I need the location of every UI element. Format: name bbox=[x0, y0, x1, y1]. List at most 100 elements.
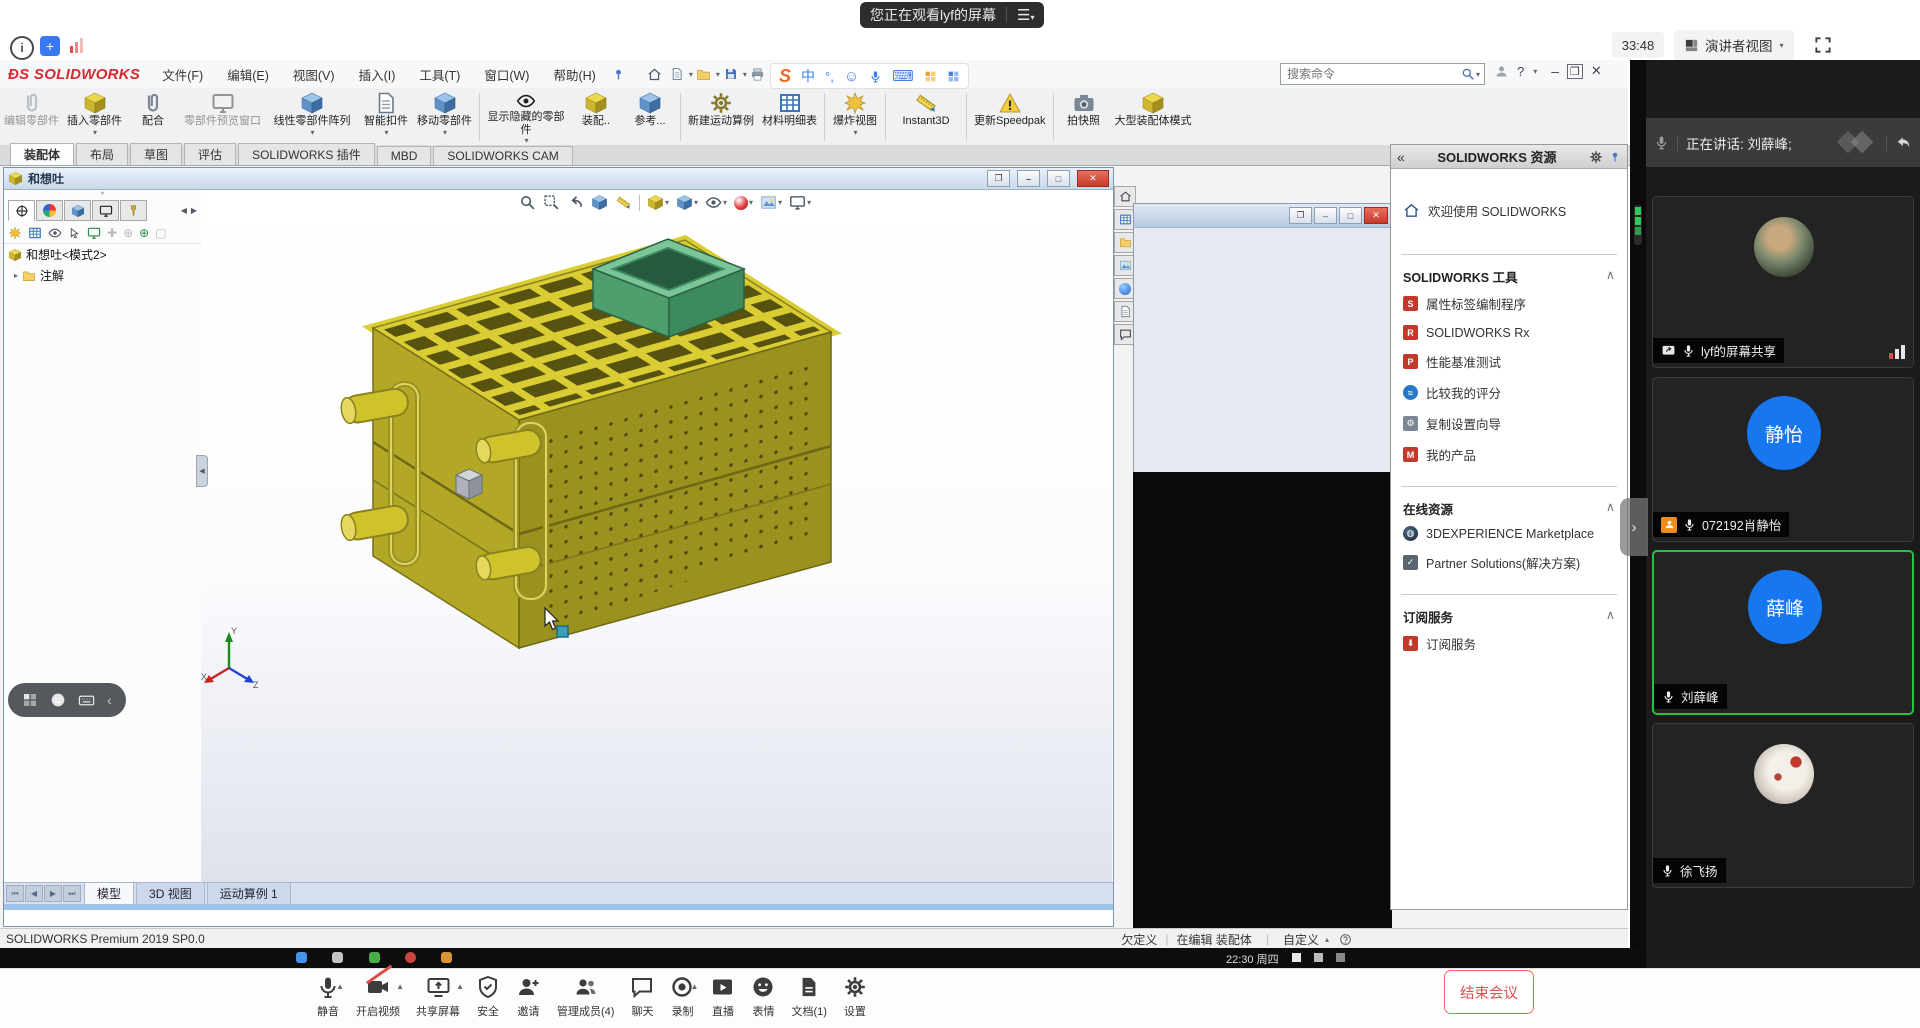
item-partner-solutions[interactable]: ✓Partner Solutions(解决方案) bbox=[1391, 547, 1627, 578]
welcome-link[interactable]: 欢迎使用 SOLIDWORKS bbox=[1391, 195, 1627, 226]
taskbar-app-icons[interactable] bbox=[296, 952, 474, 966]
tray-icon[interactable] bbox=[1336, 953, 1345, 962]
menu-window[interactable]: 窗口(W) bbox=[472, 60, 541, 88]
graphics-area[interactable]: ▾ ▾ ▾ ▾ ▾ ▾ bbox=[201, 190, 1112, 882]
emoji-icon[interactable] bbox=[50, 692, 66, 708]
panel-collapse-arrow[interactable]: ◀ bbox=[196, 455, 208, 487]
item-3dexperience-marketplace[interactable]: ◍3DEXPERIENCE Marketplace bbox=[1391, 520, 1627, 547]
login-user-icon[interactable] bbox=[1494, 64, 1509, 79]
share-screen-button[interactable]: ▲共享屏幕 bbox=[416, 968, 460, 1019]
item-compare-my-score[interactable]: ≈比较我的评分 bbox=[1391, 377, 1627, 408]
menu-file[interactable]: 文件(F) bbox=[150, 60, 215, 88]
section-online-resources[interactable]: 在线资源∧ bbox=[1391, 493, 1627, 520]
menu-insert[interactable]: 插入(I) bbox=[347, 60, 408, 88]
toolbar-large-assembly-mode[interactable]: 大型装配体模式 bbox=[1111, 91, 1196, 145]
toolbar-reference-geometry[interactable]: 参考... bbox=[623, 91, 677, 145]
security-button[interactable]: 安全 bbox=[476, 968, 500, 1019]
menu-help[interactable]: 帮助(H) bbox=[541, 60, 607, 88]
ghost-close-icon[interactable]: ✕ bbox=[1364, 207, 1388, 224]
panel-scrollbar[interactable] bbox=[1634, 205, 1642, 245]
filter-icon[interactable] bbox=[8, 226, 22, 240]
tab-displaymanager-icon[interactable] bbox=[36, 200, 63, 221]
menu-view[interactable]: 视图(V) bbox=[281, 60, 347, 88]
ime-toolbox-icon[interactable] bbox=[947, 70, 960, 83]
item-my-products[interactable]: M我的产品 bbox=[1391, 439, 1627, 470]
collapse-chevron-icon[interactable]: ∧ bbox=[1606, 267, 1615, 286]
ime-skin-icon[interactable] bbox=[924, 70, 937, 83]
close-icon[interactable]: ✕ bbox=[1591, 63, 1602, 79]
tab-next-icon[interactable]: ▶ bbox=[44, 885, 62, 902]
info-icon[interactable]: i bbox=[10, 36, 34, 60]
tab-propertymanager-icon[interactable] bbox=[64, 200, 91, 221]
toolbar-exploded-view[interactable]: 爆炸视图▾ bbox=[828, 91, 882, 145]
fm-tab-left-arrow-icon[interactable]: ◀ bbox=[181, 206, 187, 215]
start-video-button[interactable]: ▲开启视频 bbox=[356, 968, 400, 1019]
manage-members-button[interactable]: 管理成员(4) bbox=[557, 968, 614, 1019]
toolbar-new-motion-study[interactable]: 新建运动算例 bbox=[684, 91, 758, 145]
status-custom[interactable]: 自定义 bbox=[1283, 931, 1319, 948]
tab-3d-views[interactable]: 3D 视图 bbox=[136, 882, 205, 904]
doc-maximize-icon[interactable]: □ bbox=[1047, 170, 1070, 187]
tab-model[interactable]: 模型 bbox=[84, 882, 134, 904]
ime-punctuation-icon[interactable]: °, bbox=[825, 69, 834, 84]
live-stream-button[interactable]: 直播 bbox=[710, 968, 735, 1019]
tab-last-icon[interactable]: ⏭ bbox=[63, 885, 81, 902]
3d-model-mold-assembly[interactable]: Y X Z bbox=[201, 190, 1112, 882]
tab-motion-study[interactable]: 运动算例 1 bbox=[207, 882, 291, 904]
reactions-button[interactable]: 表情 bbox=[751, 968, 775, 1019]
glasses-icon[interactable] bbox=[48, 226, 62, 240]
tray-icon[interactable] bbox=[1314, 953, 1323, 962]
fm-tab-right-arrow-icon[interactable]: ▶ bbox=[191, 206, 197, 215]
end-meeting-button[interactable]: 结束会议 bbox=[1444, 970, 1534, 1014]
tab-first-icon[interactable]: ⏮ bbox=[6, 885, 24, 902]
taskpane-options-gear-icon[interactable] bbox=[1589, 150, 1603, 164]
keyboard-icon[interactable] bbox=[78, 692, 95, 709]
tab-prev-icon[interactable]: ◀ bbox=[25, 885, 43, 902]
tab-sketch[interactable]: 草图 bbox=[130, 143, 182, 165]
tray-icon[interactable] bbox=[1292, 953, 1301, 962]
search-input[interactable] bbox=[1285, 66, 1461, 82]
ime-mode-chinese[interactable]: 中 bbox=[801, 66, 815, 86]
toolbar-instant3d[interactable]: Instant3D bbox=[889, 91, 963, 145]
restore-icon[interactable]: ❐ bbox=[1567, 64, 1583, 79]
item-subscription-service[interactable]: ⬇订阅服务 bbox=[1391, 628, 1627, 659]
toolbar-show-hidden[interactable]: 显示隐藏的零部件▾ bbox=[483, 91, 569, 145]
section-sw-tools[interactable]: SOLIDWORKS 工具∧ bbox=[1391, 261, 1627, 288]
toolbar-assembly-features[interactable]: 装配.. bbox=[569, 91, 623, 145]
item-copy-settings-wizard[interactable]: ⚙复制设置向导 bbox=[1391, 408, 1627, 439]
toolbar-linear-pattern[interactable]: 线性零部件阵列▾ bbox=[265, 91, 359, 145]
collapse-chevron-icon[interactable]: ∧ bbox=[1606, 499, 1615, 518]
tab-mbd[interactable]: MBD bbox=[377, 146, 432, 165]
new-document-icon[interactable] bbox=[666, 63, 688, 85]
search-icon[interactable] bbox=[1461, 67, 1475, 81]
collapse-pill-icon[interactable]: ‹ bbox=[107, 692, 112, 708]
settings-button[interactable]: 设置 bbox=[843, 968, 867, 1019]
tab-configurationmanager-icon[interactable] bbox=[92, 200, 119, 221]
flyout-icon[interactable] bbox=[28, 226, 42, 240]
ime-keyboard-icon[interactable]: ⌨ bbox=[892, 67, 914, 85]
toolbar-update-speedpak[interactable]: 更新Speedpak bbox=[970, 91, 1050, 145]
select-arrow-icon[interactable] bbox=[68, 227, 81, 240]
preview-window-icon[interactable] bbox=[87, 226, 101, 240]
tab-layout[interactable]: 布局 bbox=[76, 143, 128, 165]
save-icon[interactable] bbox=[720, 63, 742, 85]
doc-minimize-icon[interactable]: – bbox=[1017, 170, 1040, 187]
sogou-logo-icon[interactable]: S bbox=[779, 66, 791, 87]
participant-tile-xiaojingyi[interactable]: 静怡 072192肖静怡 bbox=[1652, 377, 1914, 542]
ime-emoji-icon[interactable]: ☺ bbox=[844, 68, 859, 85]
tab-evaluate[interactable]: 评估 bbox=[184, 143, 236, 165]
open-icon[interactable] bbox=[693, 63, 715, 85]
minimize-icon[interactable]: – bbox=[1551, 63, 1559, 79]
collapse-panel-icon[interactable]: « bbox=[1397, 149, 1405, 165]
tab-featuremanager-tree-icon[interactable] bbox=[8, 200, 35, 221]
sidebar-collapse-handle[interactable]: › bbox=[1620, 498, 1648, 556]
fullscreen-icon[interactable] bbox=[1810, 32, 1836, 58]
section-subscription[interactable]: 订阅服务∧ bbox=[1391, 601, 1627, 628]
expand-arrow-icon[interactable]: ▸ bbox=[14, 271, 18, 280]
toolbar-smart-fasteners[interactable]: 智能扣件▾ bbox=[359, 91, 413, 145]
doc-restore-icon[interactable]: ❐ bbox=[987, 170, 1010, 187]
print-icon[interactable] bbox=[747, 63, 769, 85]
doc-close-icon[interactable]: ✕ bbox=[1077, 170, 1109, 187]
panel-splitter[interactable]: ● bbox=[4, 190, 201, 198]
tab-addins[interactable]: SOLIDWORKS 插件 bbox=[238, 143, 375, 165]
